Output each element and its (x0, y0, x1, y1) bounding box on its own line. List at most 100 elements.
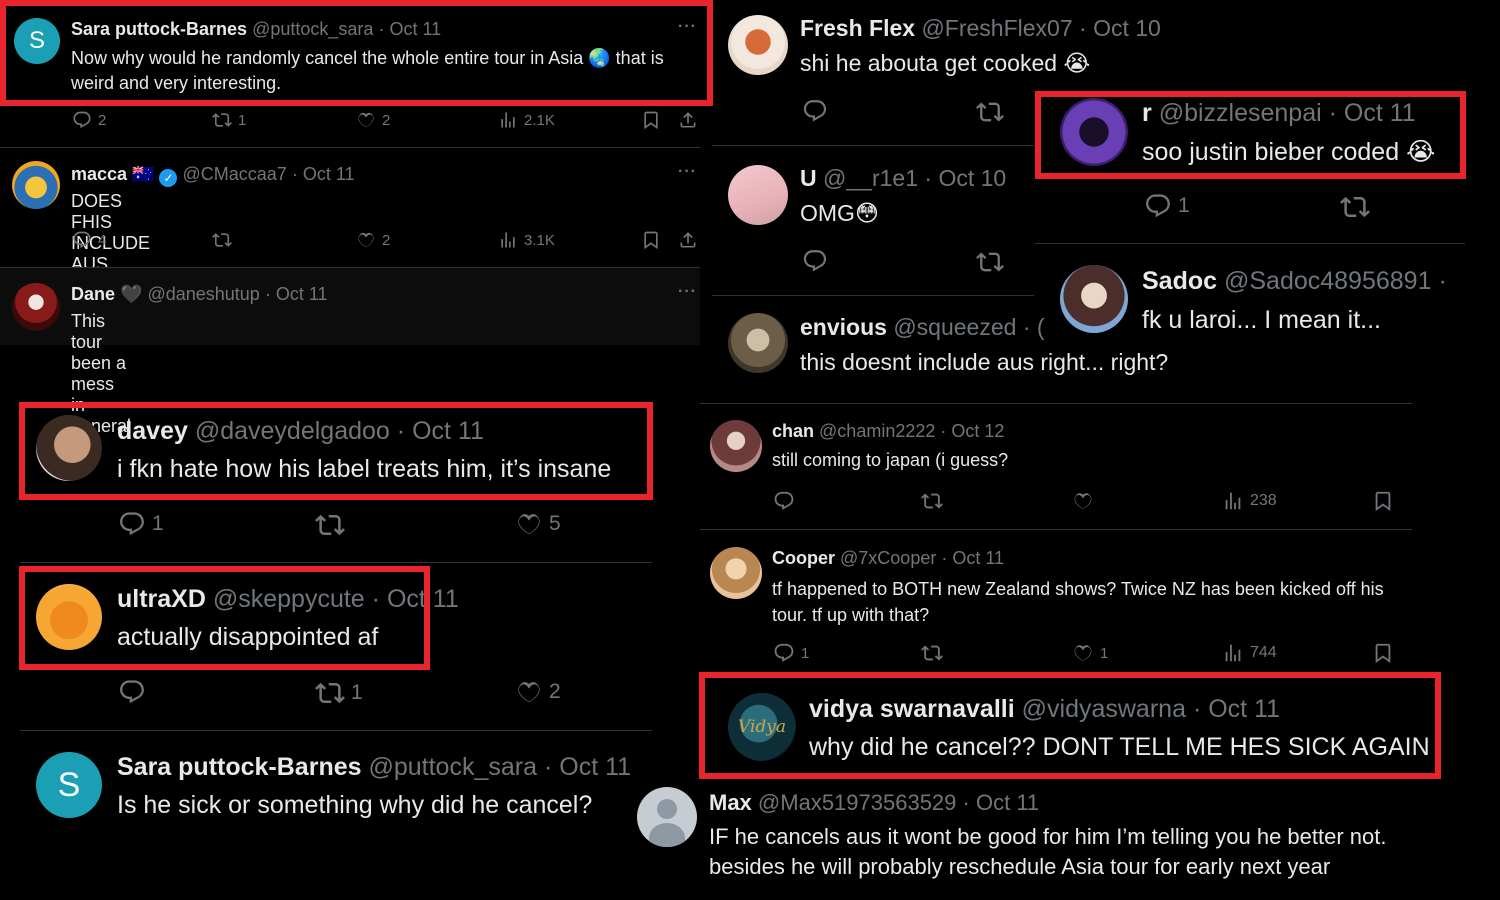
author-name[interactable]: Sadoc (1142, 267, 1217, 295)
avatar[interactable] (637, 787, 697, 847)
views-button[interactable]: 744 (1222, 642, 1277, 664)
author-handle[interactable]: @CMaccaa7 (183, 164, 287, 184)
tweet-date[interactable]: · ( (1023, 314, 1045, 340)
more-icon[interactable]: ··· (678, 283, 697, 301)
reply-button[interactable]: 2 (72, 110, 106, 130)
avatar[interactable] (728, 165, 788, 225)
tweet-date[interactable]: Oct 12 (951, 421, 1004, 441)
author-name[interactable]: Fresh Flex (800, 15, 915, 41)
author-handle[interactable]: @Sadoc48956891 (1224, 267, 1432, 295)
author-name[interactable]: chan (772, 421, 814, 441)
retweet-icon (1340, 192, 1370, 222)
bookmark-button[interactable] (641, 230, 661, 250)
divider (700, 403, 1412, 404)
reply-button[interactable] (802, 98, 828, 124)
tweet-date[interactable]: Oct 10 (1093, 15, 1161, 41)
tweet-text: Is he sick or something why did he cance… (117, 791, 593, 819)
reply-icon (802, 98, 828, 124)
author-name[interactable]: Sara puttock-Barnes (117, 753, 362, 781)
like-button[interactable]: 2 (356, 110, 390, 130)
like-button[interactable]: 2 (515, 678, 561, 706)
reply-button[interactable]: 1 (1144, 192, 1190, 220)
avatar[interactable] (12, 161, 60, 209)
tweet-date[interactable]: · (1438, 267, 1446, 295)
reply-button[interactable]: 4 (72, 230, 106, 250)
author-handle[interactable]: @Max51973563529 (758, 790, 956, 815)
tweet-date[interactable]: Oct 10 (938, 165, 1006, 191)
retweet-button[interactable] (921, 642, 943, 664)
retweet-button[interactable] (1340, 192, 1370, 222)
author-handle[interactable]: @daneshutup (147, 284, 259, 304)
reply-button[interactable] (773, 490, 795, 512)
author-handle[interactable]: @puttock_sara (368, 753, 537, 781)
author-name[interactable]: U (800, 165, 817, 191)
reply-button[interactable]: 1 (118, 510, 164, 538)
retweet-icon (921, 490, 943, 512)
avatar[interactable]: S (36, 752, 102, 818)
author-name[interactable]: Dane 🖤 (71, 284, 142, 304)
views-button[interactable]: 3.1K (498, 230, 555, 250)
avatar[interactable] (1060, 265, 1128, 333)
divider (20, 562, 652, 563)
reply-button[interactable] (118, 678, 146, 706)
dot-separator: · (962, 790, 970, 815)
reply-button[interactable] (802, 248, 828, 274)
more-icon[interactable]: ··· (678, 163, 697, 181)
tweet-date[interactable]: Oct 11 (976, 790, 1039, 815)
retweet-button[interactable] (976, 248, 1004, 276)
like-button[interactable] (1072, 490, 1094, 512)
tweet-date[interactable]: Oct 11 (559, 753, 631, 781)
retweet-button[interactable] (315, 510, 345, 540)
author-handle[interactable]: @7xCooper (840, 548, 936, 568)
views-count: 744 (1250, 644, 1277, 661)
like-button[interactable]: 2 (356, 230, 390, 250)
tweet-date[interactable]: Oct 11 (303, 164, 355, 184)
tweet-date[interactable]: Oct 11 (276, 284, 328, 304)
like-icon (515, 678, 543, 706)
author-name[interactable]: Cooper (772, 548, 835, 568)
views-icon (1222, 642, 1244, 664)
reply-icon (72, 230, 92, 250)
divider (712, 295, 1034, 296)
tweet-text: OMG😳 (800, 200, 879, 226)
author-handle[interactable]: @FreshFlex07 (921, 15, 1072, 41)
avatar[interactable] (12, 283, 60, 331)
bookmark-button[interactable] (641, 110, 661, 130)
author-handle[interactable]: @__r1e1 (823, 165, 918, 191)
bookmark-icon (1372, 642, 1394, 664)
retweet-button[interactable] (212, 230, 232, 250)
reply-button[interactable]: 1 (773, 642, 809, 664)
share-button[interactable] (678, 230, 698, 250)
author-handle[interactable]: @squeezed (893, 314, 1016, 340)
avatar[interactable] (710, 420, 762, 472)
reply-icon (1144, 192, 1172, 220)
retweet-button[interactable] (976, 98, 1004, 126)
highlight-box (19, 566, 430, 670)
tweet-date[interactable]: Oct 11 (952, 548, 1004, 568)
retweet-button[interactable]: 1 (212, 110, 246, 130)
views-button[interactable]: 238 (1222, 490, 1277, 512)
author-handle[interactable]: @chamin2222 (819, 421, 935, 441)
like-button[interactable]: 5 (515, 510, 561, 538)
share-button[interactable] (678, 110, 698, 130)
tweet-text: IF he cancels aus it wont be good for hi… (709, 824, 1387, 879)
author-name[interactable]: Max (709, 790, 752, 815)
reply-count: 1 (801, 644, 810, 662)
bookmark-button[interactable] (1372, 642, 1394, 664)
bookmark-button[interactable] (1372, 490, 1394, 512)
like-icon (356, 230, 376, 250)
like-button[interactable]: 1 (1072, 642, 1108, 664)
like-icon (356, 110, 376, 130)
reply-icon (118, 510, 146, 538)
retweet-button[interactable]: 1 (315, 678, 363, 708)
avatar[interactable] (710, 547, 762, 599)
avatar[interactable] (728, 313, 788, 373)
author-name[interactable]: envious (800, 314, 887, 340)
retweet-button[interactable] (921, 490, 943, 512)
retweet-icon (976, 98, 1004, 126)
views-button[interactable]: 2.1K (498, 110, 555, 130)
author-name[interactable]: macca 🇦🇺 (71, 164, 154, 184)
reply-icon (773, 490, 795, 512)
verified-icon: ✓ (159, 169, 178, 187)
avatar[interactable] (728, 15, 788, 75)
